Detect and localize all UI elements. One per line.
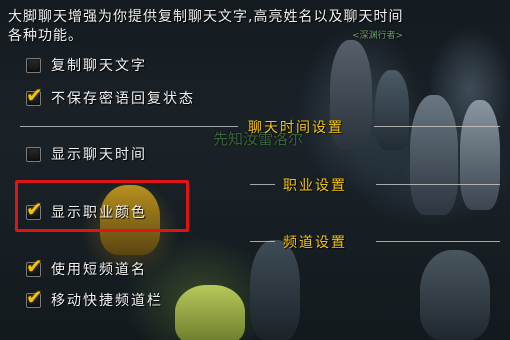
option-copy-chat-text[interactable]: 复制聊天文字: [26, 54, 147, 76]
description-line-1: 大脚聊天增强为你提供复制聊天文字,高亮姓名以及聊天时间: [8, 9, 404, 25]
section-divider: [20, 126, 238, 127]
description-line-2: 各种功能。: [8, 28, 83, 44]
section-divider: [250, 184, 275, 185]
section-title: 聊天时间设置: [248, 120, 344, 136]
section-title: 职业设置: [283, 178, 347, 194]
use-short-channel-name-checkbox[interactable]: ✔: [26, 256, 43, 277]
move-quick-channel-bar-checkbox[interactable]: ✔: [26, 287, 43, 308]
move-quick-channel-bar-label: 移动快捷频道栏: [51, 293, 163, 309]
checkmark-icon: ✔: [26, 82, 43, 107]
copy-chat-text-label: 复制聊天文字: [51, 58, 147, 74]
show-chat-time-label: 显示聊天时间: [51, 147, 147, 163]
no-save-whisper-reply-label: 不保存密语回复状态: [51, 91, 195, 107]
section-chat-time-settings: 聊天时间设置: [20, 115, 500, 137]
bigfoot-chat-options-panel: 大脚聊天增强为你提供复制聊天文字,高亮姓名以及聊天时间 各种功能。 复制聊天文字…: [0, 0, 510, 340]
section-divider: [250, 241, 275, 242]
no-save-whisper-reply-checkbox[interactable]: ✔: [26, 85, 43, 106]
checkmark-icon: ✔: [26, 284, 43, 309]
section-title: 频道设置: [283, 235, 347, 251]
checkmark-icon: ✔: [26, 253, 43, 278]
show-chat-time-checkbox[interactable]: [26, 146, 41, 162]
copy-chat-text-checkbox[interactable]: [26, 57, 41, 73]
option-move-quick-channel-bar[interactable]: ✔ 移动快捷频道栏: [26, 287, 163, 311]
option-show-chat-time[interactable]: 显示聊天时间: [26, 143, 147, 165]
section-divider: [376, 241, 500, 242]
section-channel-settings: 频道设置: [20, 230, 500, 252]
section-divider: [376, 184, 500, 185]
panel-description: 大脚聊天增强为你提供复制聊天文字,高亮姓名以及聊天时间 各种功能。: [8, 8, 508, 46]
use-short-channel-name-label: 使用短频道名: [51, 262, 147, 278]
section-divider: [374, 126, 500, 127]
option-no-save-whisper-reply[interactable]: ✔ 不保存密语回复状态: [26, 85, 195, 109]
highlight-annotation-box: [15, 180, 189, 232]
option-use-short-channel-name[interactable]: ✔ 使用短频道名: [26, 256, 147, 280]
